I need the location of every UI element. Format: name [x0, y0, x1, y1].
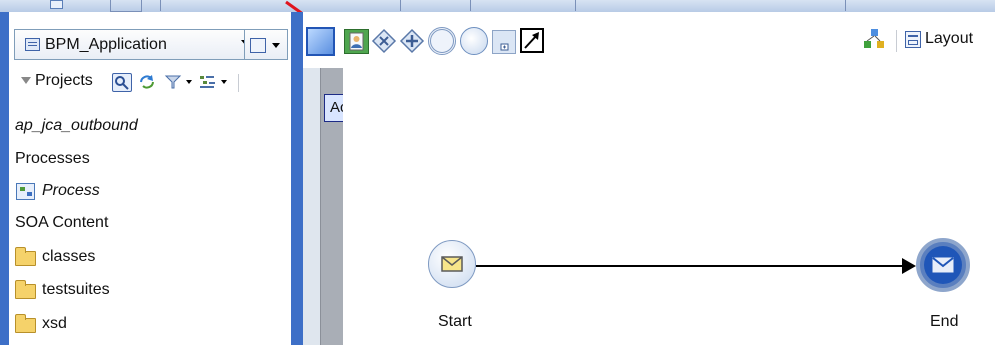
parallel-gateway-button[interactable] — [399, 28, 425, 54]
tree-item-label: ap_jca_outbound — [15, 117, 138, 134]
start-event[interactable] — [428, 240, 476, 288]
chevron-down-icon[interactable] — [221, 80, 227, 84]
end-event[interactable] — [916, 238, 970, 292]
editor-tab[interactable] — [160, 0, 211, 11]
projects-label: Projects — [35, 72, 93, 89]
folder-icon — [15, 314, 36, 333]
filter-icon[interactable] — [164, 73, 182, 90]
end-event-inner — [924, 246, 962, 284]
process-canvas[interactable] — [343, 68, 995, 345]
chevron-down-icon — [272, 43, 280, 48]
activity-button[interactable] — [306, 27, 335, 56]
start-event-button[interactable] — [460, 27, 488, 55]
panel-splitter[interactable] — [291, 12, 303, 345]
layout-label: Layout — [925, 30, 974, 47]
toolbar-divider — [896, 30, 897, 52]
chevron-down-icon[interactable] — [186, 80, 192, 84]
connector-tool-button[interactable] — [520, 28, 544, 53]
editor-tab[interactable] — [845, 0, 995, 11]
projects-bar: Projects — [14, 68, 284, 98]
gateway-plus-icon — [399, 28, 425, 54]
user-task-button[interactable] — [344, 29, 369, 54]
editor-tab[interactable] — [575, 0, 726, 11]
end-event-label: End — [930, 313, 959, 330]
organize-button[interactable] — [862, 27, 887, 53]
toolbar-divider — [238, 74, 239, 92]
exclusive-gateway-button[interactable] — [371, 28, 397, 54]
tree-item-label: classes — [42, 248, 96, 265]
tree-item-project[interactable]: ap_jca_outbound — [15, 115, 138, 141]
organize-icon — [864, 29, 884, 48]
layout-button[interactable]: Layout — [903, 27, 995, 54]
sequence-flow-arrowhead — [902, 258, 916, 274]
application-menu-button[interactable] — [244, 29, 288, 60]
application-selector[interactable]: BPM_Application — [14, 29, 272, 60]
sequence-flow[interactable] — [476, 265, 904, 267]
editor-tab[interactable] — [470, 0, 571, 11]
diagram-toolbar: Layout — [303, 12, 995, 68]
subprocess-button[interactable] — [492, 30, 516, 54]
process-icon — [16, 183, 35, 200]
search-icon[interactable] — [112, 73, 132, 92]
application-menu-icon — [250, 38, 266, 53]
application-icon — [25, 38, 40, 51]
folder-icon — [15, 280, 36, 299]
tree-item-label: testsuites — [42, 281, 110, 298]
user-icon — [349, 32, 364, 51]
gateway-x-icon — [371, 28, 397, 54]
start-event-label: Start — [438, 313, 472, 330]
editor-tab[interactable] — [110, 0, 142, 12]
tree-item-label: xsd — [42, 315, 67, 332]
tab-icon — [50, 0, 63, 9]
tree-item-processes[interactable]: Processes — [15, 148, 90, 174]
application-selector-value: BPM_Application — [45, 36, 167, 53]
tree-item-soa-content[interactable]: SOA Content — [15, 212, 108, 238]
arrow-icon — [524, 32, 539, 49]
tree-item-label: Process — [42, 182, 100, 199]
envelope-icon — [932, 257, 954, 273]
panel-frame-left — [0, 12, 9, 345]
view-options-icon[interactable] — [198, 73, 216, 90]
tree-item-label: Processes — [15, 150, 90, 167]
collapse-icon[interactable] — [21, 77, 31, 84]
refresh-icon[interactable] — [138, 73, 156, 90]
subprocess-icon — [500, 43, 509, 51]
folder-icon — [15, 247, 36, 266]
intermediate-event-button[interactable] — [428, 27, 456, 55]
tree-item-label: SOA Content — [15, 214, 109, 231]
envelope-icon — [441, 256, 463, 272]
layout-icon — [905, 31, 921, 48]
